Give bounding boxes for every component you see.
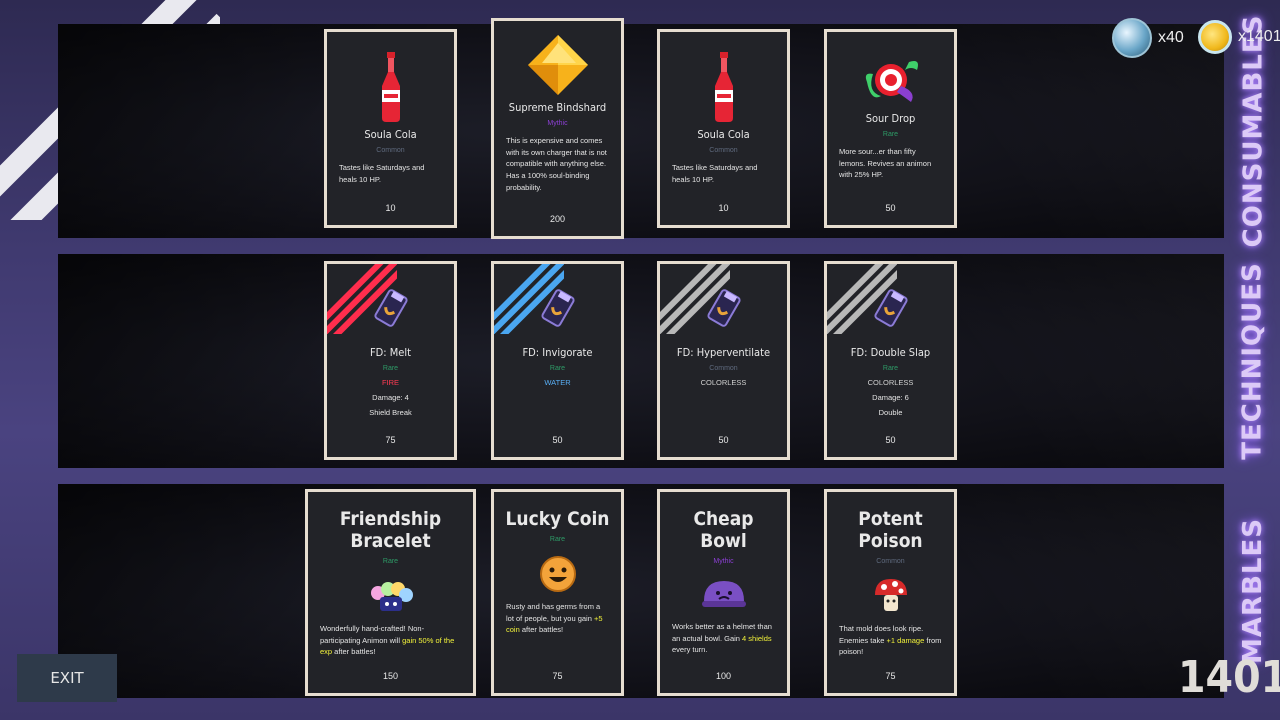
- techniques-row: [58, 254, 1224, 468]
- exit-button[interactable]: EXIT: [17, 654, 117, 702]
- item-description: Wonderfully hand-crafted! Non-participat…: [320, 624, 455, 657]
- shop-card-marble[interactable]: Friendship Bracelet Rare Wonderfully han…: [305, 489, 476, 696]
- rarity-label: Common: [709, 365, 738, 372]
- shop-card-marble[interactable]: Lucky Coin Rare Rusty and has germs from…: [491, 489, 624, 696]
- element-stripes: [660, 264, 730, 334]
- item-description: Works better as a helmet than an actual …: [672, 622, 772, 655]
- item-description: This is expensive and comes with its own…: [506, 136, 607, 192]
- item-price: 10: [718, 203, 729, 213]
- item-description: More sour...er than fifty lemons. Revive…: [839, 147, 932, 180]
- shop-card-technique[interactable]: FD: Hyperventilate Common COLORLESS 50: [657, 261, 790, 460]
- rarity-label: Common: [376, 147, 405, 154]
- item-price: 100: [715, 671, 732, 681]
- bowl-icon: [701, 581, 746, 607]
- rarity-label: Rare: [882, 365, 899, 372]
- item-description: Tastes like Saturdays and heals 10 HP.: [672, 163, 758, 184]
- element-label: COLORLESS: [700, 378, 747, 387]
- item-price: 75: [885, 671, 896, 681]
- item-price: 150: [382, 671, 399, 681]
- rarity-label: Common: [709, 147, 738, 154]
- coin-total: 1401: [1178, 652, 1280, 703]
- element-stripes: [827, 264, 897, 334]
- element-label: WATER: [544, 378, 571, 387]
- shop-card-consumable[interactable]: Supreme Bindshard Mythic This is expensi…: [491, 18, 624, 239]
- consumables-label: CONSUMABLES: [1238, 14, 1268, 248]
- smiley-coin-icon: [539, 556, 576, 592]
- shop-card-marble[interactable]: Potent Poison Common That mold does look…: [824, 489, 957, 696]
- item-name: Cheap Bowl: [693, 508, 754, 552]
- shop-card-consumable[interactable]: Soula Cola Common Tastes like Saturdays …: [324, 29, 457, 228]
- damage-label: Damage: 4: [372, 393, 409, 402]
- orb-icon: [1112, 18, 1152, 58]
- item-price: 75: [552, 671, 563, 681]
- element-label: FIRE: [381, 378, 400, 387]
- damage-label: Damage: 6: [872, 393, 909, 402]
- rarity-label: Rare: [382, 365, 399, 372]
- element-stripes: [494, 264, 564, 334]
- rarity-label: Rare: [382, 558, 399, 565]
- item-price: 200: [549, 214, 566, 224]
- shop-card-technique[interactable]: FD: Invigorate Rare WATER 50: [491, 261, 624, 460]
- soda-bottle-icon: [714, 52, 733, 122]
- shop-card-consumable[interactable]: Soula Cola Common Tastes like Saturdays …: [657, 29, 790, 228]
- item-price: 50: [885, 435, 896, 445]
- item-description: Rusty and has germs from a lot of people…: [506, 602, 603, 635]
- item-price: 10: [385, 203, 396, 213]
- item-name: FD: Melt: [369, 346, 412, 359]
- element-stripes: [327, 264, 397, 334]
- coin-count: x1401: [1238, 28, 1280, 45]
- bracelet-icon: [370, 582, 413, 611]
- shop-card-marble[interactable]: Cheap Bowl Mythic Works better as a helm…: [657, 489, 790, 696]
- item-name: FD: Hyperventilate: [676, 346, 771, 359]
- effect-label: Double: [878, 408, 903, 417]
- rarity-label: Rare: [549, 365, 566, 372]
- coin-icon: [1198, 20, 1232, 54]
- rarity-label: Rare: [549, 536, 566, 543]
- item-name: Supreme Bindshard: [508, 101, 607, 114]
- item-name: Soula Cola: [697, 128, 750, 141]
- rarity-label: Rare: [882, 131, 899, 138]
- element-label: COLORLESS: [867, 378, 914, 387]
- candy-icon: [865, 61, 918, 102]
- item-description: Tastes like Saturdays and heals 10 HP.: [339, 163, 425, 184]
- consumables-row: [58, 24, 1224, 238]
- rarity-label: Common: [876, 558, 905, 565]
- item-name: Potent Poison: [858, 508, 923, 552]
- item-name: FD: Invigorate: [522, 346, 593, 359]
- item-description: That mold does look ripe. Enemies take +…: [839, 624, 942, 657]
- rarity-label: Mythic: [547, 120, 568, 127]
- orb-count: x40: [1158, 29, 1184, 46]
- item-price: 75: [385, 435, 396, 445]
- marbles-row: [58, 484, 1224, 698]
- item-price: 50: [885, 203, 896, 213]
- item-name: FD: Double Slap: [850, 346, 931, 359]
- item-name: Soula Cola: [364, 128, 417, 141]
- soda-bottle-icon: [381, 52, 400, 122]
- item-price: 50: [718, 435, 729, 445]
- item-name: Sour Drop: [865, 112, 916, 125]
- item-price: 50: [552, 435, 563, 445]
- orb-currency: x40: [1112, 18, 1184, 58]
- techniques-label: TECHNIQUES: [1238, 262, 1269, 460]
- gem-icon: [527, 35, 588, 95]
- shop-card-consumable[interactable]: Sour Drop Rare More sour...er than fifty…: [824, 29, 957, 228]
- shop-card-technique[interactable]: FD: Double Slap Rare COLORLESS Damage: 6…: [824, 261, 957, 460]
- coin-currency: x1401: [1198, 20, 1280, 54]
- shop-card-technique[interactable]: FD: Melt Rare FIRE Damage: 4 Shield Brea…: [324, 261, 457, 460]
- effect-label: Shield Break: [369, 408, 412, 417]
- item-name: Lucky Coin: [505, 508, 610, 530]
- mushroom-icon: [874, 579, 907, 611]
- rarity-label: Mythic: [713, 558, 734, 565]
- item-name: Friendship Bracelet: [339, 508, 442, 552]
